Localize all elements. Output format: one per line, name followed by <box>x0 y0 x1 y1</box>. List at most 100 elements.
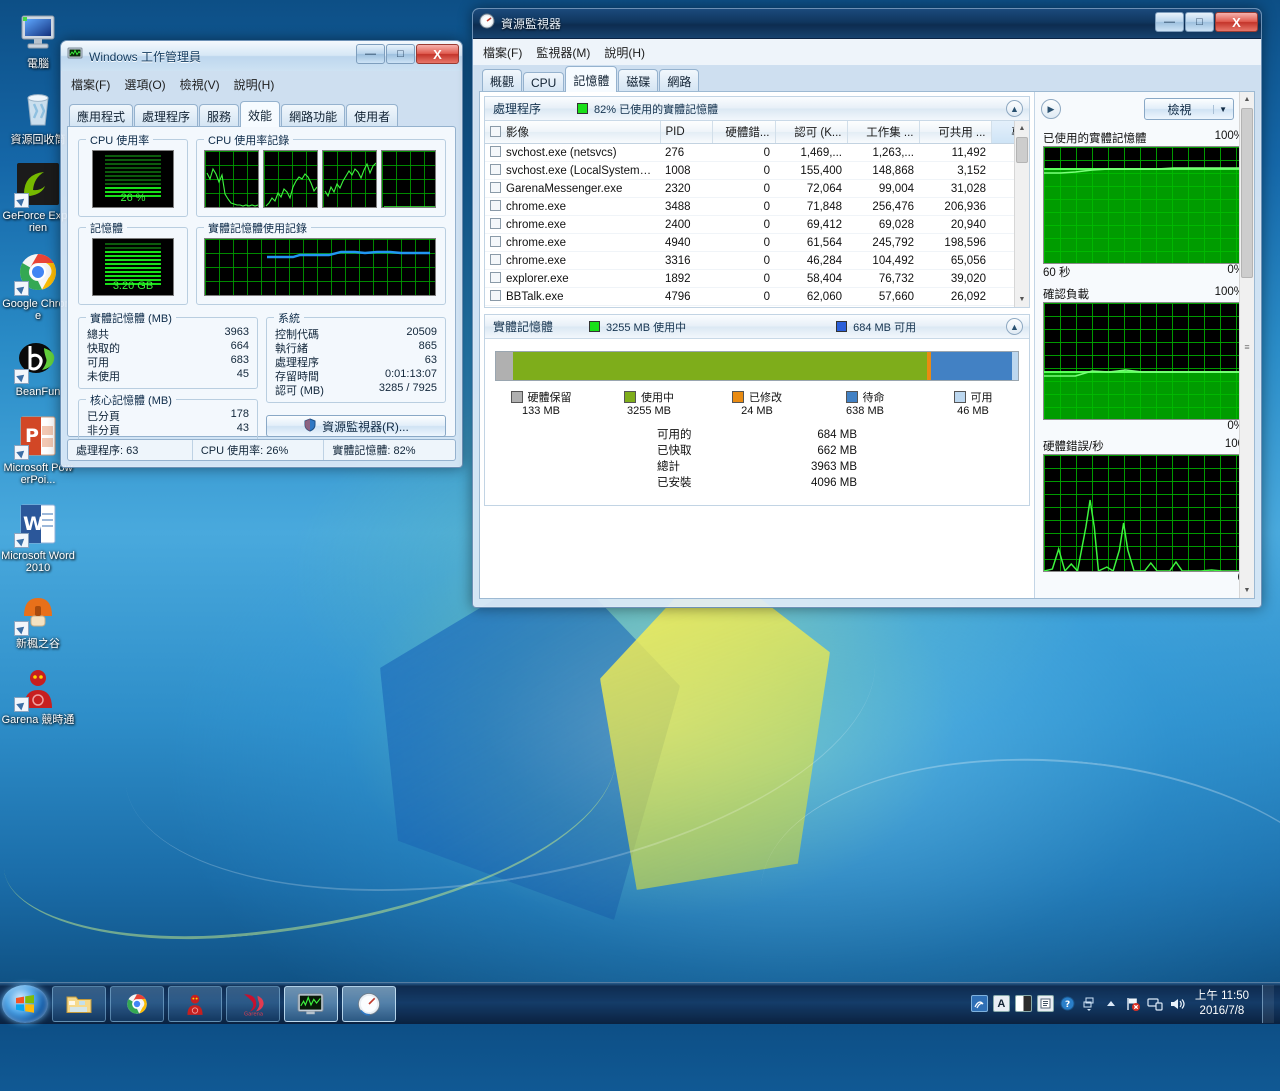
tab-performance[interactable]: 效能 <box>240 101 281 127</box>
resource-monitor-button[interactable]: 資源監視器(R)... <box>266 415 446 437</box>
tab-overview[interactable]: 概觀 <box>482 69 523 92</box>
tab-networking[interactable]: 網路功能 <box>281 104 346 127</box>
collapse-chevron-icon[interactable]: ▲ <box>1006 100 1023 117</box>
task-manager-titlebar[interactable]: Windows 工作管理員 — □ X <box>61 41 462 71</box>
tab-processes[interactable]: 處理程序 <box>134 104 199 127</box>
taskbar-item-task-manager[interactable] <box>284 985 338 1022</box>
menu-options[interactable]: 選項(O) <box>124 76 165 93</box>
show-hidden-icon[interactable] <box>1103 995 1120 1012</box>
taskbar-item-beanfun[interactable] <box>168 985 222 1022</box>
ime-menu-icon[interactable] <box>1036 995 1054 1012</box>
desktop-icon-microsoft-word[interactable]: W Microsoft Word 2010 <box>0 500 76 574</box>
processes-scrollbar[interactable]: ▲ ▼ <box>1014 121 1029 307</box>
tab-services[interactable]: 服務 <box>199 104 240 127</box>
table-row[interactable]: GarenaMessenger.exe 2320 0 72,064 99,004… <box>485 179 1014 198</box>
table-row[interactable]: explorer.exe 1892 0 58,404 76,732 39,020… <box>485 269 1014 288</box>
scroll-down-arrow-icon[interactable]: ▼ <box>1240 583 1254 598</box>
maximize-button[interactable]: □ <box>386 44 415 64</box>
close-button[interactable]: X <box>416 44 459 64</box>
tab-network[interactable]: 網路 <box>659 69 700 92</box>
ime-half-icon[interactable] <box>1014 995 1032 1012</box>
column-header-pid[interactable]: PID <box>660 121 713 144</box>
svg-text:?: ? <box>1065 1000 1070 1010</box>
scrollbar-thumb[interactable] <box>1016 137 1028 163</box>
scroll-up-arrow-icon[interactable]: ▲ <box>1240 92 1254 107</box>
network-icon[interactable] <box>1147 995 1164 1012</box>
column-header-working-set[interactable]: 工作集 ... <box>847 121 920 144</box>
cell-image: chrome.exe <box>485 215 660 234</box>
taskbar-item-windows-explorer[interactable] <box>52 985 106 1022</box>
scroll-down-arrow-icon[interactable]: ▼ <box>1015 292 1029 307</box>
desktop-icon-garena-messenger[interactable]: Garena 競時通 <box>0 664 76 726</box>
row-checkbox[interactable] <box>490 254 501 265</box>
taskbar-item-resource-monitor[interactable] <box>342 985 396 1022</box>
row-checkbox[interactable] <box>490 290 501 301</box>
start-button[interactable] <box>2 984 48 1023</box>
clock[interactable]: 上午 11:50 2016/7/8 <box>1191 989 1257 1019</box>
stack-icon[interactable] <box>1081 995 1098 1012</box>
column-header-shareable[interactable]: 可共用 ... <box>919 121 992 144</box>
task-manager-app-icon <box>67 46 83 67</box>
minimize-button[interactable]: — <box>1155 12 1184 32</box>
processes-table-header-row: 影像 PID 硬體錯... 認可 (K... 工作集 ... 可共用 ... 專… <box>485 121 1014 144</box>
row-checkbox[interactable] <box>490 272 501 283</box>
volume-icon[interactable] <box>1169 995 1186 1012</box>
column-header-commit[interactable]: 認可 (K... <box>775 121 848 144</box>
table-row[interactable]: chrome.exe 3316 0 46,284 104,492 65,056 … <box>485 251 1014 270</box>
table-row[interactable]: BBTalk.exe 4796 0 62,060 57,660 26,092 3… <box>485 287 1014 306</box>
graph-pane-scrollbar[interactable]: ▲ ≡ ▼ <box>1239 92 1254 598</box>
column-header-hard-faults[interactable]: 硬體錯... <box>712 121 776 144</box>
processes-panel-header[interactable]: 處理程序 82% 已使用的實體記憶體 ▲ <box>485 97 1029 121</box>
physical-memory-panel-header[interactable]: 實體記憶體 3255 MB 使用中 684 MB 可用 ▲ <box>485 315 1029 339</box>
table-row[interactable]: chrome.exe 2400 0 69,412 69,028 20,940 4… <box>485 215 1014 234</box>
column-header-private[interactable]: 專用 (K... <box>990 121 1014 144</box>
row-checkbox[interactable] <box>490 182 501 193</box>
show-desktop-button[interactable] <box>1262 984 1274 1023</box>
table-row[interactable]: svchost.exe (LocalSystemNe... 1008 0 155… <box>485 161 1014 180</box>
task-manager-window[interactable]: Windows 工作管理員 — □ X 檔案(F) 選項(O) 檢視(V) 說明… <box>60 40 463 468</box>
scrollbar-thumb[interactable] <box>1241 108 1253 278</box>
menu-view[interactable]: 檢視(V) <box>180 76 220 93</box>
close-button[interactable]: X <box>1215 12 1258 32</box>
ime-a-icon[interactable]: A <box>992 995 1010 1012</box>
table-row[interactable]: chrome.exe 3488 0 71,848 256,476 206,936… <box>485 197 1014 216</box>
menu-help[interactable]: 說明(H) <box>234 76 275 93</box>
tab-memory[interactable]: 記憶體 <box>565 66 618 92</box>
menu-monitor[interactable]: 監視器(M) <box>536 44 590 61</box>
chevron-right-icon[interactable]: ▶ <box>1041 99 1061 119</box>
resource-monitor-titlebar[interactable]: 資源監視器 — □ X <box>473 9 1261 39</box>
table-row[interactable]: chrome.exe 4940 0 61,564 245,792 198,596… <box>485 233 1014 252</box>
collapse-chevron-icon[interactable]: ▲ <box>1006 318 1023 335</box>
help-icon[interactable]: ? <box>1059 995 1076 1012</box>
used-physical-memory-graph <box>1043 146 1244 264</box>
table-row[interactable]: svchost.exe (netsvcs) 276 0 1,469,... 1,… <box>485 143 1014 162</box>
shortcut-overlay-icon <box>14 445 29 460</box>
tab-applications[interactable]: 應用程式 <box>69 104 134 127</box>
menu-file[interactable]: 檔案(F) <box>483 44 522 61</box>
row-checkbox[interactable] <box>490 218 501 229</box>
view-dropdown[interactable]: 檢視 ▼ <box>1144 98 1234 120</box>
desktop-icon-maplestory[interactable]: 新楓之谷 <box>0 588 76 650</box>
menu-file[interactable]: 檔案(F) <box>71 76 110 93</box>
select-all-checkbox[interactable] <box>490 126 501 137</box>
maximize-button[interactable]: □ <box>1185 12 1214 32</box>
row-checkbox[interactable] <box>490 200 501 211</box>
ime-icon[interactable] <box>970 995 988 1012</box>
tab-disk[interactable]: 磁碟 <box>618 69 659 92</box>
tab-users[interactable]: 使用者 <box>346 104 399 127</box>
taskbar-item-google-chrome[interactable] <box>110 985 164 1022</box>
legend-label: 已修改 <box>749 392 782 404</box>
menu-help[interactable]: 說明(H) <box>604 44 645 61</box>
minimize-button[interactable]: — <box>356 44 385 64</box>
scroll-up-arrow-icon[interactable]: ▲ <box>1015 121 1029 136</box>
resource-monitor-window[interactable]: 資源監視器 — □ X 檔案(F) 監視器(M) 說明(H) 概觀 CPU 記憶… <box>472 8 1262 608</box>
network-flag-icon[interactable] <box>1125 995 1142 1012</box>
row-checkbox[interactable] <box>490 146 501 157</box>
cell-private: 31,568 <box>991 287 1014 306</box>
column-header-image[interactable]: 影像 <box>485 121 661 144</box>
tab-cpu[interactable]: CPU <box>523 72 565 92</box>
row-checkbox[interactable] <box>490 236 501 247</box>
system-caption: 系統 <box>274 310 304 326</box>
taskbar-item-garena[interactable]: Garena <box>226 985 280 1022</box>
row-checkbox[interactable] <box>490 164 501 175</box>
